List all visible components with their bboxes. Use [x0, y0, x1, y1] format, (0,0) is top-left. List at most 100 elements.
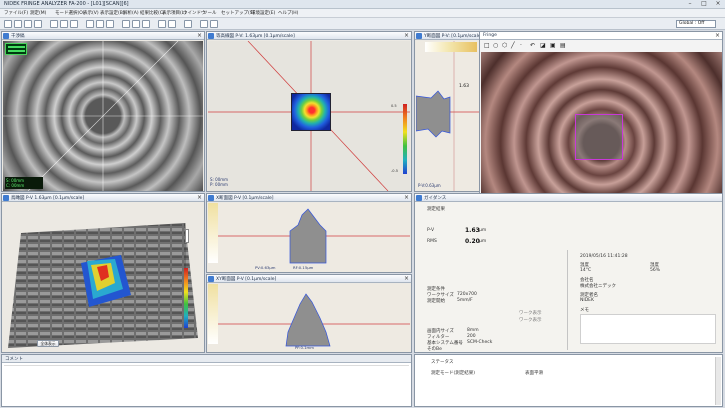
menu-item[interactable]: セットアップ(S) — [221, 10, 254, 16]
condition-label: 測定開始 — [427, 299, 445, 304]
open-icon[interactable] — [14, 20, 22, 28]
scale-bottom-label: -0.5 — [391, 169, 399, 173]
y-profile-footer: P-V:0.63μm — [418, 183, 441, 188]
grid-icon[interactable] — [122, 20, 130, 28]
pane-icon — [416, 33, 422, 39]
camera-icon[interactable] — [70, 20, 78, 28]
close-icon[interactable]: × — [197, 32, 202, 40]
y-profile-colorbar — [425, 42, 477, 52]
save-icon[interactable]: ▣ — [550, 42, 556, 49]
print-icon[interactable] — [34, 20, 42, 28]
birdseye-pane: 鳥瞰図 P-V 1.63μm [0.1μm/scale] × 全体表示 — [1, 193, 205, 353]
rotate-icon[interactable] — [106, 20, 114, 28]
comment-pane: コメント — [1, 354, 412, 407]
menu-item[interactable]: ツール — [203, 10, 217, 16]
menu-item[interactable]: 環境設定(E) — [251, 10, 275, 16]
work-display-label: ワーク表示 — [519, 318, 542, 323]
zoom-in-icon[interactable] — [86, 20, 94, 28]
full-view-button[interactable]: 全体表示 — [37, 340, 59, 347]
rms-unit: μm — [479, 239, 487, 244]
note-field[interactable] — [580, 314, 716, 344]
roi-rectangle[interactable] — [575, 114, 623, 160]
overlay-indicator — [5, 43, 27, 55]
pane-title: X断面図 P-V [0.1μm/scale] — [216, 196, 274, 201]
pane-title: Fringe — [483, 33, 497, 38]
status-scrollbar[interactable] — [715, 357, 721, 405]
operator-value: NIDEK — [580, 298, 594, 303]
toolbar: Global : Off — [0, 18, 725, 30]
pane-icon — [208, 276, 214, 282]
table-icon[interactable] — [142, 20, 150, 28]
company-value: 株式会社ニデック — [580, 284, 616, 289]
chart-icon[interactable] — [132, 20, 140, 28]
menu-item[interactable]: 表示(V) — [83, 10, 99, 16]
circle-icon[interactable]: ○ — [493, 42, 498, 49]
zoom-select[interactable]: Global : Off — [676, 20, 716, 28]
export-icon[interactable]: ▤ — [560, 42, 566, 49]
results-heading: 測定結果 — [427, 207, 445, 212]
close-icon[interactable]: × — [404, 32, 409, 40]
x-profile-footer-left: PV:0.63μm — [255, 265, 276, 270]
stop-icon[interactable] — [60, 20, 68, 28]
menu-item[interactable]: 解析(A) — [123, 10, 139, 16]
minimize-button[interactable]: – — [683, 0, 697, 8]
menu-item[interactable]: モード選択(O) — [55, 10, 85, 16]
line-icon[interactable]: ╱ — [511, 42, 515, 49]
rms-value: 0.20 — [465, 238, 480, 245]
pv-unit: μm — [479, 228, 487, 233]
temperature-value: 14°C — [580, 268, 592, 273]
close-icon[interactable]: × — [197, 194, 202, 202]
pane-title: 等高線図 P-V: 1.63μm [0.1μm/scale] — [216, 34, 295, 39]
menu-bar: ファイル(F) 測定(M) モード選択(O) 表示(V) 表示設定(B) 解析(A) 結果比… — [0, 9, 725, 18]
fringe-toolbar: □ ○ ⬡ ╱ · ↶ ◪ ▣ ▤ — [482, 42, 722, 52]
crosshair-overlay — [3, 41, 203, 191]
rms-label: RMS — [427, 239, 437, 244]
pv-label: P-V — [427, 228, 435, 233]
measure-icon[interactable] — [50, 20, 58, 28]
x-profile-footer-right: RF:0.15μm — [293, 265, 314, 270]
humidity-value: 56% — [650, 268, 661, 273]
comment-field[interactable] — [4, 365, 409, 405]
maximize-button[interactable]: □ — [697, 0, 711, 8]
param-value: 8mm — [467, 328, 479, 333]
export-icon[interactable] — [158, 20, 166, 28]
new-icon[interactable] — [4, 20, 12, 28]
menu-item[interactable]: ヘルプ(H) — [278, 10, 298, 16]
status-column-1: 測定モード(測定結果) — [431, 371, 476, 376]
menu-item[interactable]: ファイル(F) — [4, 10, 28, 16]
pane-title: 鳥瞰図 P-V 1.63μm [0.1μm/scale] — [11, 196, 85, 201]
pv-value: 1.63 — [465, 227, 480, 234]
select-icon[interactable]: ◪ — [540, 42, 546, 49]
pane-title: 干渉縞 — [11, 34, 25, 39]
xy-profile-colorbar — [208, 284, 218, 344]
close-icon[interactable]: × — [404, 194, 409, 202]
y-profile-plot — [416, 41, 479, 191]
color-scale-bar — [403, 104, 407, 174]
zoom-out-icon[interactable] — [96, 20, 104, 28]
menu-item[interactable]: 結果比較(C) — [140, 10, 165, 16]
point-icon[interactable]: · — [520, 42, 522, 49]
undo-icon[interactable]: ↶ — [530, 42, 535, 49]
settings-icon[interactable] — [168, 20, 176, 28]
exit-icon[interactable] — [200, 20, 208, 28]
rect-icon[interactable]: □ — [484, 42, 490, 49]
polygon-icon[interactable]: ⬡ — [502, 42, 507, 49]
close-icon[interactable]: × — [404, 275, 409, 283]
menu-item[interactable]: 測定(M) — [30, 10, 46, 16]
y-profile-pane: Y断面図 P-V: [0.1μm/scale] 1.63 P-V:0.63μm — [414, 31, 482, 192]
pane-icon — [208, 33, 214, 39]
birdseye-scroll[interactable] — [185, 229, 189, 243]
close-button[interactable]: × — [711, 0, 725, 8]
save-icon[interactable] — [24, 20, 32, 28]
scale-top-label: 0.5 — [391, 104, 397, 108]
status-pane: ステータス 測定モード(測定結果) 表面平滑 — [414, 354, 723, 407]
title-bar: NIDEK FRINGE ANALYZER FA-200 - [L01][SCA… — [0, 0, 725, 9]
param-value: 200 — [467, 334, 476, 339]
close-icon[interactable]: × — [715, 32, 720, 40]
condition-value: 5mm/F — [457, 298, 473, 303]
info-panel: 2019/05/16 11:41:28 温度 14°C 湿度 56% 会社名 株… — [567, 250, 721, 350]
help-icon[interactable] — [184, 20, 192, 28]
contour-map — [291, 93, 331, 131]
menu-item[interactable]: 表示設定(B) — [100, 10, 125, 16]
info-icon[interactable] — [210, 20, 218, 28]
